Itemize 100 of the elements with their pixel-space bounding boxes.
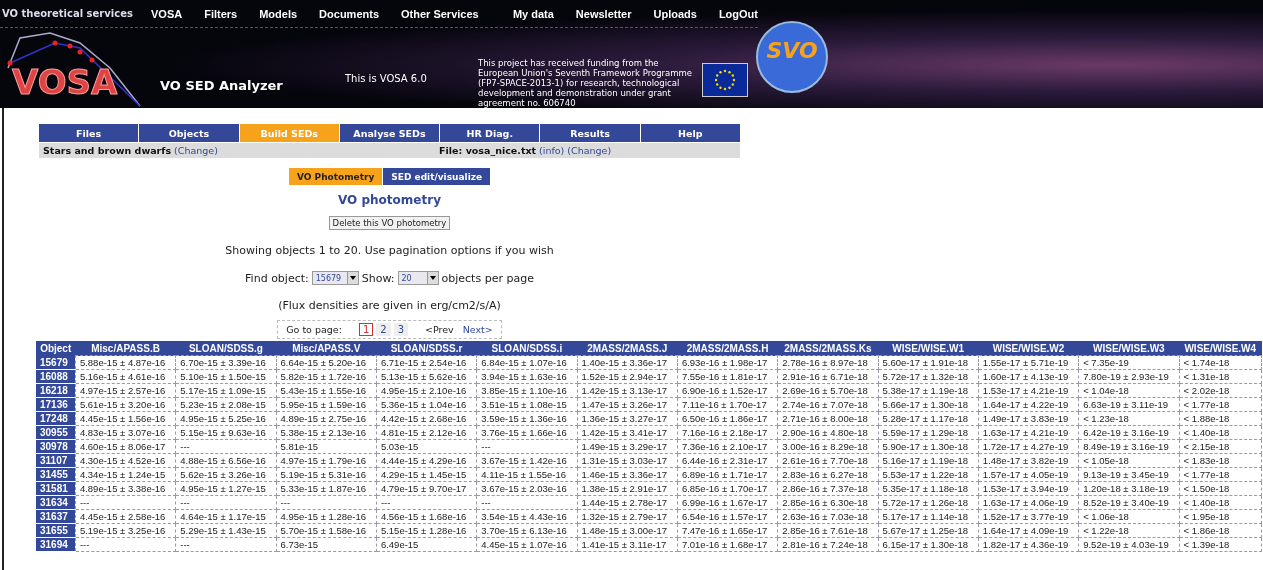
show-suffix: objects per page [441,271,534,285]
flux-cell: 7.36e-16 ± 2.10e-17 [677,439,778,454]
flux-cell: --- [476,439,578,454]
flux-cell: 3.76e-15 ± 1.66e-16 [476,425,578,440]
funding-note: This project has received funding from the European Union's Seventh Framework Programme (FP7-SPACE-2013-1) for research, technological development and demonstration under grant agreement no. 606740 [478,58,694,108]
flux-cell: 5.38e-17 ± 1.19e-18 [878,383,979,398]
sub-tab[interactable]: SED edit/visualize [383,168,491,185]
user-link[interactable]: LogOut [718,7,758,20]
flux-cell: < 1.39e-18 [1179,537,1262,552]
flux-cell: 6.89e-16 ± 1.71e-17 [677,467,778,482]
flux-cell: 5.15e-15 ± 1.28e-16 [376,523,477,538]
site-brand[interactable]: VO theoretical services [2,8,147,19]
sub-tab[interactable]: VO Photometry [288,168,383,185]
flux-cell: 2.85e-16 ± 7.61e-18 [777,523,879,538]
column-header[interactable]: SLOAN/SDSS.i [476,341,578,356]
page-size-select[interactable]: 20 [397,271,439,285]
flux-cell: 2.61e-16 ± 7.70e-18 [777,453,879,468]
column-header[interactable]: Object [36,341,76,356]
nav-link[interactable]: VOSA [151,7,183,20]
flux-cell: 5.72e-17 ± 1.26e-18 [878,495,979,510]
column-header[interactable]: SLOAN/SDSS.g [175,341,277,356]
column-header[interactable]: WISE/WISE.W3 [1078,341,1179,356]
column-header[interactable]: Misc/APASS.V [276,341,377,356]
column-header[interactable]: WISE/WISE.W2 [978,341,1079,356]
svo-logo: SVO [756,18,828,96]
flux-cell: 1.41e-15 ± 3.11e-17 [577,537,678,552]
flux-cell: < 1.95e-18 [1179,509,1262,524]
flux-cell: 1.82e-17 ± 4.36e-19 [978,537,1079,552]
flux-cell: 2.78e-16 ± 8.97e-18 [777,355,879,370]
flux-cell: 3.67e-15 ± 1.42e-16 [476,453,578,468]
page-link[interactable]: 3 [393,323,408,336]
flux-cell: 4.56e-15 ± 1.68e-16 [376,509,477,524]
flux-cell: 5.60e-17 ± 1.91e-18 [878,355,979,370]
flux-cell: 1.48e-17 ± 3.82e-19 [978,453,1079,468]
nav-link[interactable]: Other Services [401,7,479,20]
flux-cell: 1.63e-17 ± 4.21e-19 [978,425,1079,440]
flux-cell: 1.46e-15 ± 3.36e-17 [577,467,678,482]
units-note: (Flux densities are given in erg/cm2/s/A) [278,299,501,312]
flux-cell: 5.61e-15 ± 3.20e-16 [75,397,176,412]
flux-cell: 7.47e-16 ± 1.65e-17 [677,523,778,538]
flux-cell: < 1.05e-18 [1078,453,1179,468]
flux-cell: --- [75,495,176,510]
flux-cell: 1.47e-15 ± 3.26e-17 [577,397,678,412]
flux-cell: 4.11e-15 ± 1.55e-16 [476,467,578,482]
nav-link[interactable]: Filters [204,7,238,20]
caret-icon [426,272,438,284]
column-header[interactable]: 2MASS/2MASS.Ks [777,341,879,356]
flux-cell: 6.99e-16 ± 1.67e-17 [677,495,778,510]
flux-cell: 4.42e-15 ± 2.68e-16 [376,411,477,426]
flux-cell: 2.81e-16 ± 7.24e-18 [777,537,879,552]
flux-cell: 4.89e-15 ± 2.75e-16 [276,411,377,426]
flux-cell: 3.67e-15 ± 2.03e-16 [476,481,578,496]
flux-cell: 4.45e-15 ± 2.58e-16 [75,509,176,524]
flux-cell: 1.55e-17 ± 5.71e-19 [978,355,1079,370]
next-link[interactable]: Next> [462,324,493,335]
main-tab[interactable]: HR Diag. [440,124,540,142]
flux-cell: 5.82e-15 ± 1.72e-16 [276,369,377,384]
page-link[interactable]: 1 [358,323,374,336]
flux-cell: 5.33e-15 ± 1.87e-16 [276,481,377,496]
column-header[interactable]: SLOAN/SDSS.r [376,341,477,356]
change-link[interactable]: (Change) [174,145,218,156]
flux-cell: 6.50e-16 ± 1.86e-17 [677,411,778,426]
user-link[interactable]: Uploads [653,7,697,20]
prev-link[interactable]: <Prev [425,324,454,335]
flux-cell: 1.64e-17 ± 4.09e-19 [978,523,1079,538]
flux-cell: 6.15e-17 ± 1.30e-18 [878,537,979,552]
nav-link[interactable]: Documents [319,7,379,20]
main-tab[interactable]: Help [640,124,740,142]
flux-cell: --- [75,537,176,552]
flux-cell: 5.19e-15 ± 5.31e-16 [276,467,377,482]
main-tab[interactable]: Results [540,124,640,142]
file-link[interactable]: (Change) [567,145,612,156]
main-tab[interactable]: Files [39,124,139,142]
file-link[interactable]: (info) [539,145,565,156]
nav-link[interactable]: Models [259,7,298,20]
flux-cell: 1.31e-15 ± 3.03e-17 [577,453,678,468]
flux-cell: --- [476,495,578,510]
page-link[interactable]: 2 [376,323,391,336]
user-link[interactable]: Newsletter [575,7,632,20]
flux-cell: 5.38e-15 ± 2.13e-16 [276,425,377,440]
column-header[interactable]: 2MASS/2MASS.H [677,341,778,356]
column-header[interactable]: 2MASS/2MASS.J [577,341,678,356]
main-tab[interactable]: Objects [139,124,239,142]
flux-cell: 5.03e-15 [376,439,477,454]
flux-cell: 2.74e-16 ± 7.07e-18 [777,397,879,412]
flux-cell: 9.13e-19 ± 3.45e-19 [1078,467,1179,482]
section-heading: VO photometry [338,193,441,207]
object-select[interactable]: 15679 [311,271,359,285]
flux-cell: 1.42e-15 ± 3.13e-17 [577,383,678,398]
flux-cell: --- [175,495,277,510]
flux-cell: 4.79e-15 ± 9.70e-17 [376,481,477,496]
column-header[interactable]: WISE/WISE.W1 [878,341,979,356]
column-header[interactable]: Misc/APASS.B [75,341,176,356]
delete-button[interactable]: Delete this VO photometry [328,216,451,230]
column-header[interactable]: WISE/WISE.W4 [1179,341,1262,356]
flux-cell: 5.17e-15 ± 1.09e-15 [175,383,277,398]
flux-cell: 2.69e-16 ± 5.70e-18 [777,383,879,398]
user-link[interactable]: My data [512,7,554,20]
flux-cell: 7.80e-19 ± 2.93e-19 [1078,369,1179,384]
main-tab[interactable]: Analyse SEDs [339,124,440,142]
